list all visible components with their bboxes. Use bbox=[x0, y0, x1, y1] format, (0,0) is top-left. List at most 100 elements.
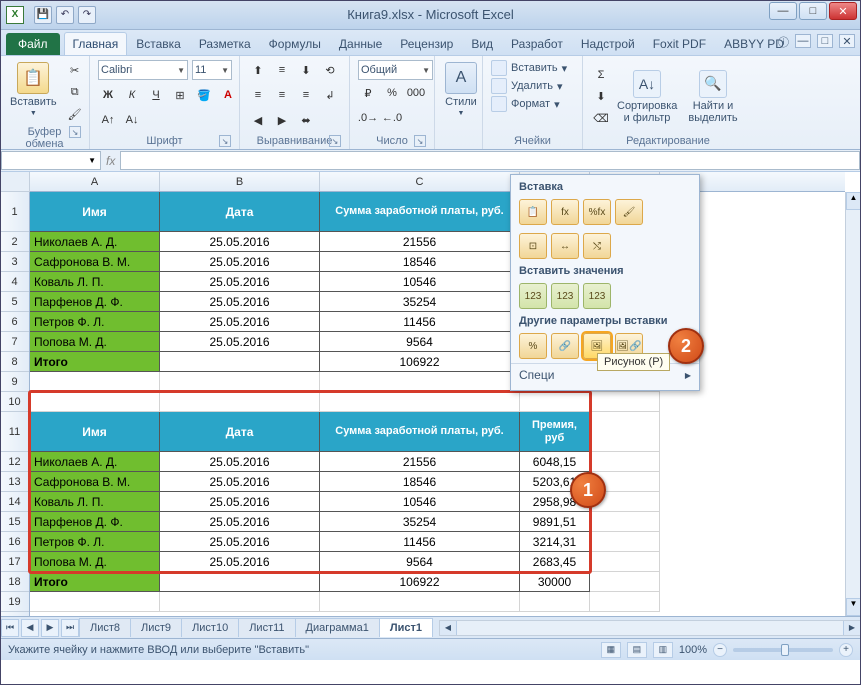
zoom-out-button[interactable]: − bbox=[713, 643, 727, 657]
format-cells-button[interactable]: Формат ▾ bbox=[491, 96, 567, 112]
cell[interactable]: 18546 bbox=[320, 252, 520, 272]
cell[interactable] bbox=[590, 532, 660, 552]
wrap-text-icon[interactable]: ↲ bbox=[320, 85, 340, 105]
cell[interactable] bbox=[590, 452, 660, 472]
cell[interactable] bbox=[160, 592, 320, 612]
delete-cells-button[interactable]: Удалить ▾ bbox=[491, 78, 567, 94]
cell[interactable]: 25.05.2016 bbox=[160, 312, 320, 332]
paste-all-icon[interactable]: 📋 bbox=[519, 199, 547, 225]
row-header[interactable]: 9 bbox=[0, 372, 29, 392]
comma-icon[interactable]: 000 bbox=[406, 83, 426, 103]
increase-indent-icon[interactable]: ▶ bbox=[272, 110, 292, 130]
cell[interactable]: 25.05.2016 bbox=[160, 232, 320, 252]
column-header[interactable]: A bbox=[30, 172, 160, 191]
cells-grid[interactable]: ИмяДатаСумма заработной платы, руб.Никол… bbox=[30, 192, 845, 616]
paste-link-icon[interactable]: 🔗 bbox=[551, 333, 579, 359]
cell[interactable]: 25.05.2016 bbox=[160, 252, 320, 272]
row-header[interactable]: 1 bbox=[0, 192, 29, 232]
row-header[interactable]: 4 bbox=[0, 272, 29, 292]
column-header[interactable]: C bbox=[320, 172, 520, 191]
redo-icon[interactable]: ↷ bbox=[78, 6, 96, 24]
row-headers[interactable]: 12345678910111213141516171819 bbox=[0, 192, 30, 616]
cell[interactable] bbox=[160, 572, 320, 592]
minimize-button[interactable]: — bbox=[769, 2, 797, 20]
cell[interactable]: Итого bbox=[30, 352, 160, 372]
cell[interactable]: 9564 bbox=[320, 552, 520, 572]
ribbon-tab-вид[interactable]: Вид bbox=[462, 32, 502, 55]
cell[interactable]: 25.05.2016 bbox=[160, 272, 320, 292]
cell[interactable]: 10546 bbox=[320, 492, 520, 512]
cell[interactable]: 30000 bbox=[520, 572, 590, 592]
cell[interactable]: Николаев А. Д. bbox=[30, 452, 160, 472]
cell[interactable]: 10546 bbox=[320, 272, 520, 292]
increase-font-icon[interactable]: A↑ bbox=[98, 110, 118, 130]
cell[interactable]: 35254 bbox=[320, 512, 520, 532]
align-center-icon[interactable]: ≡ bbox=[272, 85, 292, 105]
zoom-in-button[interactable]: + bbox=[839, 643, 853, 657]
find-select-button[interactable]: 🔍 Найти и выделить bbox=[683, 70, 743, 124]
save-icon[interactable]: 💾 bbox=[34, 6, 52, 24]
cell[interactable]: 2683,45 bbox=[520, 552, 590, 572]
align-bottom-icon[interactable]: ⬇ bbox=[296, 60, 316, 80]
column-headers[interactable]: ABCDE bbox=[30, 172, 845, 192]
insert-cells-button[interactable]: Вставить ▾ bbox=[491, 60, 567, 76]
font-size-combo[interactable]: 11▼ bbox=[192, 60, 232, 80]
row-header[interactable]: 2 bbox=[0, 232, 29, 252]
paste-transpose-icon[interactable]: ⤭ bbox=[583, 233, 611, 259]
underline-icon[interactable]: Ч bbox=[146, 85, 166, 105]
cell[interactable]: 18546 bbox=[320, 472, 520, 492]
italic-icon[interactable]: К bbox=[122, 85, 142, 105]
cell[interactable]: Коваль Л. П. bbox=[30, 492, 160, 512]
cell[interactable] bbox=[320, 592, 520, 612]
cell[interactable]: 9564 bbox=[320, 332, 520, 352]
fx-button[interactable]: fx bbox=[102, 150, 119, 171]
tab-nav-last-icon[interactable]: ⏭ bbox=[61, 619, 79, 637]
cell[interactable]: Итого bbox=[30, 572, 160, 592]
cell[interactable]: 106922 bbox=[320, 572, 520, 592]
cell[interactable] bbox=[590, 572, 660, 592]
zoom-level[interactable]: 100% bbox=[679, 644, 707, 656]
cell[interactable]: Попова М. Д. bbox=[30, 552, 160, 572]
ribbon-tab-главная[interactable]: Главная bbox=[64, 32, 128, 55]
copy-icon[interactable]: ⧉ bbox=[65, 82, 85, 102]
sheet-tab[interactable]: Лист9 bbox=[130, 618, 182, 637]
row-header[interactable]: 7 bbox=[0, 332, 29, 352]
row-header[interactable]: 18 bbox=[0, 572, 29, 592]
row-header[interactable]: 11 bbox=[0, 412, 29, 452]
cell[interactable]: 35254 bbox=[320, 292, 520, 312]
paste-formulas-icon[interactable]: fx bbox=[551, 199, 579, 225]
fill-color-icon[interactable]: 🪣 bbox=[194, 85, 214, 105]
cell[interactable] bbox=[590, 392, 660, 412]
cell[interactable]: 11456 bbox=[320, 532, 520, 552]
cell[interactable]: Имя bbox=[30, 412, 160, 452]
cell[interactable]: Сафронова В. М. bbox=[30, 252, 160, 272]
row-header[interactable]: 5 bbox=[0, 292, 29, 312]
row-header[interactable]: 10 bbox=[0, 392, 29, 412]
cell[interactable] bbox=[30, 372, 160, 392]
row-header[interactable]: 12 bbox=[0, 452, 29, 472]
paste-keep-source-icon[interactable]: 🖌 bbox=[615, 199, 643, 225]
bold-icon[interactable]: Ж bbox=[98, 85, 118, 105]
cell[interactable] bbox=[320, 392, 520, 412]
cell[interactable] bbox=[590, 512, 660, 532]
cell[interactable]: 25.05.2016 bbox=[160, 552, 320, 572]
cell[interactable]: 25.05.2016 bbox=[160, 452, 320, 472]
sheet-tab[interactable]: Лист8 bbox=[79, 618, 131, 637]
number-dialog-launcher[interactable]: ↘ bbox=[414, 135, 426, 147]
sheet-tab[interactable]: Лист11 bbox=[238, 618, 295, 637]
sheet-tab[interactable]: Диаграмма1 bbox=[295, 618, 380, 637]
cell[interactable]: Премия, руб bbox=[520, 412, 590, 452]
formula-input[interactable] bbox=[120, 151, 860, 170]
increase-decimal-icon[interactable]: .0→ bbox=[358, 108, 378, 128]
cell[interactable]: Имя bbox=[30, 192, 160, 232]
doc-minimize-button[interactable]: — bbox=[795, 34, 811, 48]
row-header[interactable]: 6 bbox=[0, 312, 29, 332]
cell[interactable] bbox=[590, 592, 660, 612]
cell[interactable]: 25.05.2016 bbox=[160, 292, 320, 312]
cell[interactable] bbox=[320, 372, 520, 392]
row-header[interactable]: 19 bbox=[0, 592, 29, 612]
sheet-tab[interactable]: Лист1 bbox=[379, 618, 433, 637]
cell[interactable]: 21556 bbox=[320, 452, 520, 472]
styles-button[interactable]: A Стили ▼ bbox=[443, 60, 479, 119]
percent-icon[interactable]: % bbox=[382, 83, 402, 103]
